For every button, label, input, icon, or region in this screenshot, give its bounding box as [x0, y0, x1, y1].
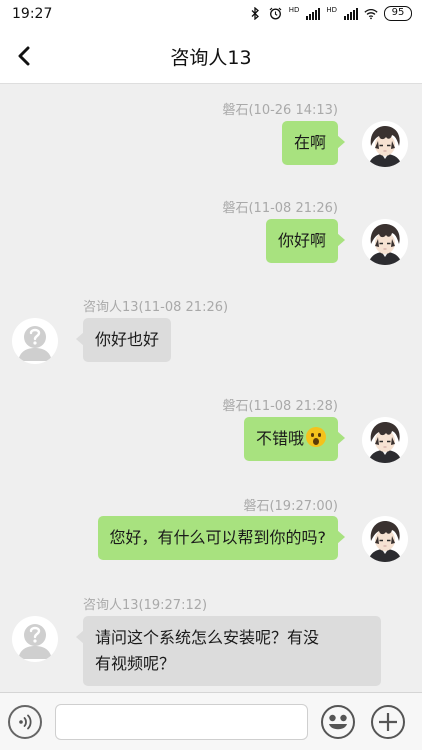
signal-icon — [306, 7, 321, 20]
message-text-line: 有视频呢？ — [95, 654, 176, 673]
message-text-line: 请问这个系统怎么安装呢？有没 — [95, 628, 320, 647]
voice-button[interactable] — [8, 705, 42, 739]
message-bubble[interactable]: 你好也好 — [75, 318, 172, 362]
message-bubble[interactable]: 请问这个系统怎么安装呢？有没 有视频呢？ — [76, 616, 381, 686]
message-meta: 磐石(11-08 21:28) — [222, 399, 338, 414]
emoji-icon — [321, 705, 355, 739]
message-text: 在啊 — [293, 133, 326, 152]
message-meta: 磐石(11-08 21:26) — [222, 201, 338, 216]
message-input[interactable] — [55, 704, 308, 740]
battery-icon: 95 — [384, 6, 412, 21]
message-meta: 磐石(10-26 14:13) — [222, 103, 338, 118]
avatar[interactable] — [362, 417, 408, 463]
avatar[interactable] — [362, 516, 408, 562]
status-time: 19:27 — [12, 6, 53, 22]
message-text: 你好啊 — [277, 231, 326, 250]
avatar[interactable] — [12, 318, 58, 364]
wifi-icon — [364, 7, 378, 21]
message-text: 不错哦 — [255, 429, 304, 448]
message-bubble[interactable]: 在啊 — [281, 121, 346, 165]
message-bubble[interactable]: 您好，有什么可以帮到你的吗? — [97, 516, 345, 560]
avatar[interactable] — [362, 121, 408, 167]
input-bar — [0, 692, 422, 750]
bluetooth-icon — [249, 7, 263, 21]
header-bar: 咨询人13 — [0, 28, 422, 84]
message-meta: 咨询人13(11-08 21:26) — [83, 300, 229, 315]
chat-message-list[interactable]: 磐石(10-26 14:13) 在啊 磐石(11-08 21:26) 你好啊 咨… — [0, 85, 422, 692]
avatar[interactable] — [362, 219, 408, 265]
page-title: 咨询人13 — [170, 47, 252, 69]
voice-icon — [19, 714, 32, 730]
message-meta: 咨询人13(19:27:12) — [83, 598, 208, 613]
plus-icon — [371, 705, 405, 739]
status-bar: 19:27 HD HD 95 — [0, 0, 422, 28]
message-meta: 磐石(19:27:00) — [243, 499, 338, 514]
emoji-button[interactable] — [320, 704, 356, 740]
alarm-icon — [269, 7, 283, 21]
hd-label: HD — [288, 5, 300, 14]
message-text: 您好，有什么可以帮到你的吗? — [109, 528, 327, 547]
message-bubble[interactable]: 不错哦 — [243, 417, 346, 461]
astonished-emoji-icon — [306, 427, 326, 447]
message-text: 你好也好 — [95, 330, 160, 349]
hd-label: HD — [326, 5, 337, 14]
message-bubble[interactable]: 你好啊 — [265, 219, 346, 263]
signal-icon — [344, 7, 358, 20]
status-icons: HD HD 95 — [249, 6, 412, 21]
plus-button[interactable] — [370, 704, 406, 740]
avatar[interactable] — [12, 616, 58, 662]
